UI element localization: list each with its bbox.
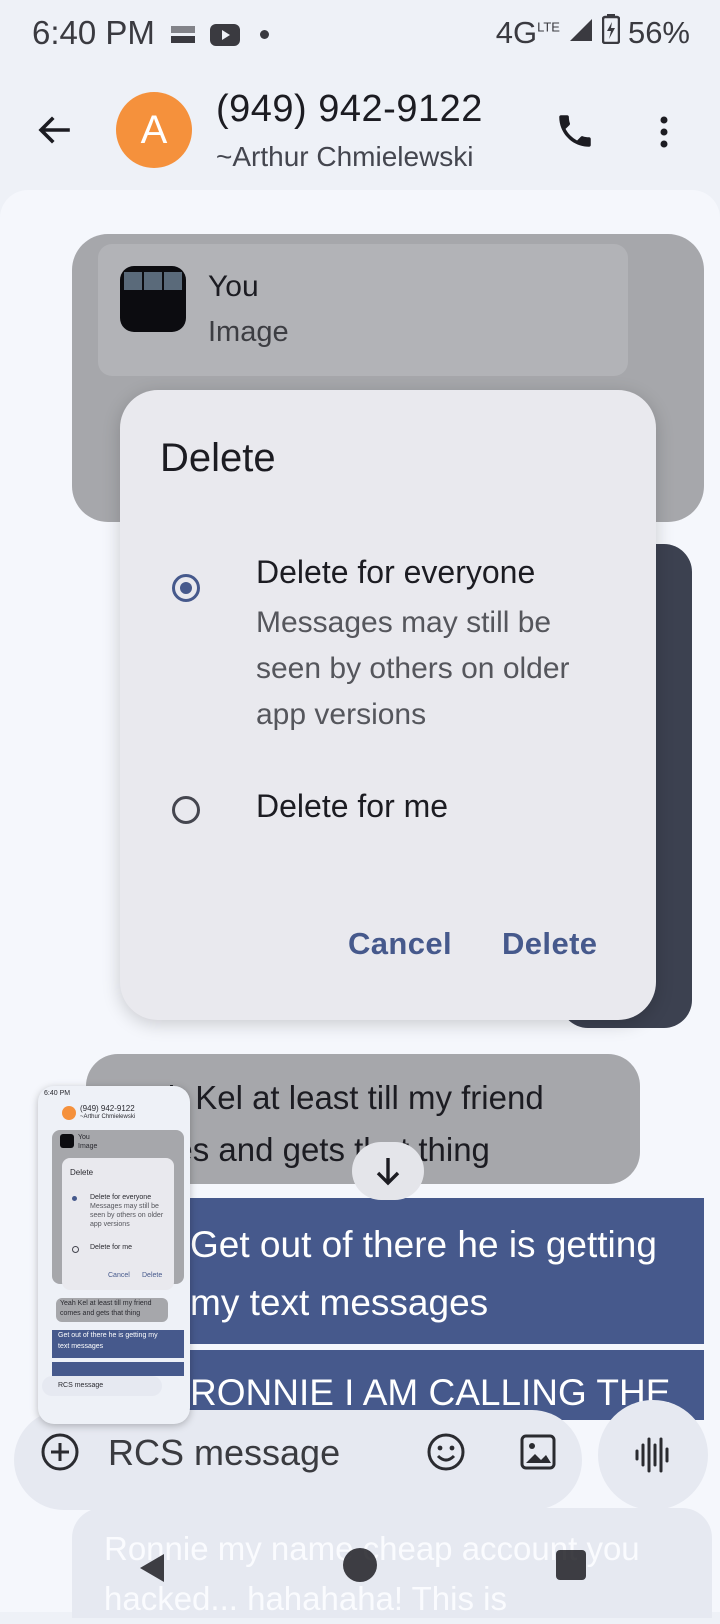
nav-home-icon[interactable]	[343, 1548, 377, 1582]
youtube-notification-icon	[210, 24, 240, 46]
battery-icon	[601, 14, 621, 52]
thumb-opt1-sub-2: seen by others on older	[90, 1212, 164, 1219]
contact-avatar[interactable]: A	[116, 92, 192, 168]
thumb-title: (949) 942-9122	[80, 1104, 135, 1113]
message-input[interactable]: RCS message	[108, 1432, 340, 1474]
nav-recents-icon[interactable]	[556, 1550, 586, 1580]
voice-message-button[interactable]	[598, 1400, 708, 1510]
more-options-icon[interactable]	[654, 112, 674, 152]
battery-percent: 56%	[627, 15, 690, 50]
thumb-opt1-sub-1: Messages may still be	[90, 1203, 159, 1210]
gallery-icon[interactable]	[518, 1432, 558, 1472]
add-attachment-icon[interactable]	[40, 1432, 80, 1472]
thumb-out-bubble-2	[52, 1362, 184, 1376]
emoji-icon[interactable]	[426, 1432, 466, 1472]
thumb-radio-selected	[72, 1196, 77, 1201]
status-right: 4GLTE 56%	[496, 14, 690, 52]
thumb-radio	[72, 1246, 79, 1253]
delete-for-everyone-radio[interactable]	[172, 574, 200, 602]
nav-back-icon[interactable]	[132, 1548, 172, 1588]
delete-for-me-radio[interactable]	[172, 796, 200, 824]
thumb-cancel: Cancel	[108, 1272, 130, 1279]
thumb-reply-image	[60, 1134, 74, 1148]
thumb-reply-sender: You	[78, 1134, 90, 1141]
delete-for-everyone-label[interactable]: Delete for everyone	[256, 554, 535, 591]
thumb-opt1: Delete for everyone	[90, 1194, 152, 1201]
thumb-subtitle: ~Arthur Chmielewski	[80, 1114, 136, 1120]
contact-phone-number[interactable]: (949) 942-9122	[216, 88, 483, 131]
signal-icon	[568, 15, 594, 51]
thumb-opt1-sub-3: app versions	[90, 1221, 130, 1228]
thumb-msg-in-2: comes and gets that thing	[60, 1310, 141, 1317]
network-type: 4GLTE	[495, 15, 560, 50]
thumb-msg-out-1: Get out of there he is getting my	[58, 1332, 158, 1339]
thumb-delete: Delete	[142, 1272, 163, 1279]
thumb-avatar	[62, 1106, 76, 1120]
scroll-to-bottom-button[interactable]	[352, 1142, 424, 1200]
reply-image-thumbnail	[120, 266, 186, 332]
delete-button[interactable]: Delete	[502, 926, 597, 962]
contact-name: ~Arthur Chmielewski	[216, 141, 474, 172]
screenshot-preview-thumbnail[interactable]: 6:40 PM (949) 942-9122 ~Arthur Chmielews…	[38, 1086, 190, 1424]
back-arrow-icon[interactable]	[34, 110, 74, 150]
outgoing-message-text-1: Get out of there he is getting my text m…	[190, 1224, 657, 1323]
thumb-msg-in-1: Yeah Kel at least till my friend	[60, 1300, 152, 1307]
dialog-title: Delete	[160, 436, 276, 480]
status-bar: 6:40 PM 4GLTE 56%	[0, 0, 720, 70]
thumb-reply-type: Image	[78, 1143, 98, 1150]
thumb-opt2: Delete for me	[90, 1244, 133, 1251]
reply-type-label: Image	[208, 316, 289, 348]
outgoing-message-text-3: Ronnie my name cheap account you hacked.…	[104, 1530, 640, 1617]
thumb-time: 6:40 PM	[44, 1090, 71, 1097]
delete-for-everyone-description: Messages may still be seen by others on …	[256, 606, 570, 731]
phone-call-icon[interactable]	[554, 110, 596, 152]
thumb-compose-text: RCS message	[58, 1382, 104, 1389]
notification-dot-icon	[260, 30, 269, 39]
temu-notification-icon	[170, 24, 196, 46]
status-time: 6:40 PM	[32, 14, 155, 51]
reply-sender: You	[208, 270, 259, 303]
thumb-dialog-title: Delete	[70, 1168, 94, 1177]
cancel-button[interactable]: Cancel	[348, 926, 452, 962]
delete-for-me-label[interactable]: Delete for me	[256, 788, 448, 825]
thumb-msg-out-2: text messages	[58, 1343, 104, 1350]
